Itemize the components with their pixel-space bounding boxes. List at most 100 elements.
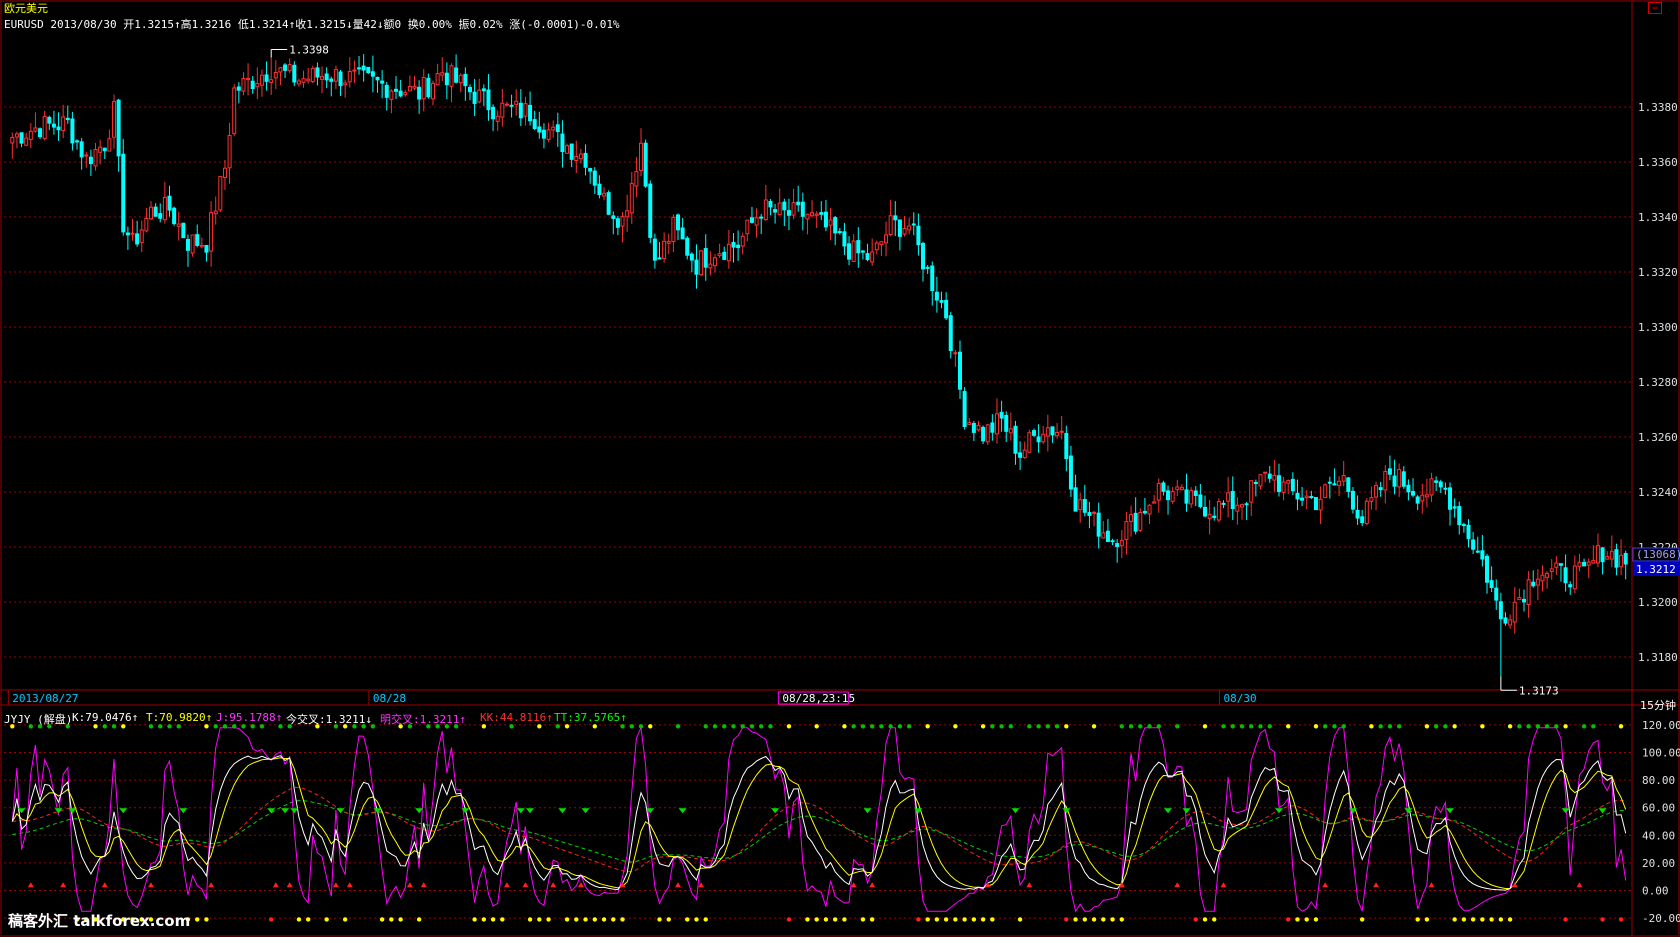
signal-dot-top	[906, 724, 912, 729]
candle-body	[1355, 509, 1360, 519]
candle-body	[689, 253, 694, 261]
signal-dot-bottom	[416, 917, 422, 922]
candle-body	[1068, 455, 1073, 490]
signal-dot-bottom	[1563, 917, 1568, 922]
candle-body	[736, 244, 741, 249]
signal-dot-top	[1433, 724, 1439, 729]
candle-body	[1327, 481, 1332, 484]
candle-body	[181, 222, 186, 239]
candle-body	[19, 132, 24, 144]
candle-body	[1605, 556, 1610, 560]
candle-body	[61, 116, 66, 132]
candle-body	[435, 73, 440, 86]
signal-dot-top	[1119, 724, 1124, 729]
candle-body	[985, 424, 990, 443]
candle-body	[380, 80, 385, 84]
candle-body	[38, 128, 43, 138]
signal-dot-bottom	[786, 917, 792, 922]
candle-body	[1485, 555, 1490, 583]
candle-body	[1216, 501, 1221, 521]
signal-dot-bottom	[527, 917, 533, 922]
signal-dot-bottom	[1286, 917, 1291, 922]
candle-body	[1203, 506, 1208, 517]
candle-body	[287, 64, 292, 72]
signal-dot-bottom	[805, 917, 810, 922]
signal-dot-top	[925, 724, 930, 729]
candle-body	[394, 88, 399, 92]
candle-body	[338, 71, 343, 87]
candle-body	[1105, 530, 1110, 542]
timeframe-label[interactable]: 15分钟	[1640, 697, 1676, 713]
candle-body	[994, 413, 999, 435]
candle-body	[135, 233, 140, 245]
candle-body	[458, 74, 463, 84]
sell-arrow-icon	[526, 808, 535, 814]
signal-dot-top	[1128, 724, 1134, 729]
candle-body	[491, 106, 496, 120]
buy-arrow-icon	[550, 882, 557, 888]
quote-line: EURUSD 2013/08/30 开1.3215↑高1.3216 低1.321…	[4, 18, 620, 31]
candle-body	[676, 214, 681, 231]
signal-dot-bottom	[1193, 917, 1198, 922]
signal-dot-bottom	[962, 917, 967, 922]
candle-body	[611, 215, 616, 219]
candle-body	[269, 79, 274, 84]
candle-body	[1022, 449, 1027, 458]
candle-body	[172, 207, 177, 225]
candle-body	[1397, 469, 1402, 488]
candle-body	[176, 223, 181, 227]
candle-body	[236, 86, 241, 91]
candle-body	[1276, 475, 1281, 492]
candle-body	[1286, 480, 1291, 484]
restore-icon[interactable]: ▭	[1648, 2, 1662, 14]
signal-dot-bottom	[1452, 917, 1457, 922]
signal-dot-top	[999, 724, 1004, 729]
candle-body	[412, 85, 417, 89]
signal-dot-bottom	[694, 917, 699, 922]
signal-dot-bottom	[398, 917, 403, 922]
signal-dot-top	[1544, 724, 1550, 729]
candle-body	[1420, 494, 1425, 502]
candle-body	[842, 231, 847, 247]
candle-body	[454, 67, 459, 83]
candle-body	[1156, 482, 1161, 501]
candle-body	[1364, 500, 1369, 524]
candle-body	[1558, 563, 1563, 566]
signal-dot-bottom	[490, 917, 496, 922]
candle-body	[768, 201, 773, 208]
candle-body	[1138, 512, 1143, 531]
candle-body	[1360, 516, 1365, 524]
candle-body	[1332, 483, 1337, 486]
candle-body	[222, 167, 227, 179]
candle-body	[1600, 547, 1605, 563]
candle-body	[1572, 565, 1577, 590]
candle-body	[477, 89, 482, 103]
candle-body	[565, 145, 570, 154]
signal-dot-top	[648, 724, 653, 729]
signal-dot-top	[1323, 724, 1328, 729]
signal-dot-top	[1452, 724, 1457, 729]
candle-body	[283, 64, 288, 71]
signal-dot-bottom	[204, 917, 209, 922]
candle-body	[916, 225, 921, 246]
signal-dot-top	[1156, 724, 1161, 729]
candle-body	[14, 133, 19, 138]
candle-body	[70, 118, 75, 144]
sell-arrow-icon	[336, 808, 345, 814]
signal-dot-top	[222, 724, 228, 729]
candle-body	[1309, 496, 1314, 499]
signal-dot-top	[555, 724, 561, 729]
signal-dot-top	[1230, 724, 1235, 729]
candle-body	[1591, 559, 1596, 564]
price-tick-label: 1.3240	[1638, 486, 1678, 499]
candle-body	[1152, 501, 1157, 504]
sell-arrow-icon	[1182, 808, 1191, 814]
candle-body	[1198, 494, 1203, 508]
candle-body	[759, 216, 764, 219]
candle-body	[944, 299, 949, 319]
buy-arrow-icon	[286, 882, 293, 888]
sell-arrow-icon	[179, 808, 188, 814]
candle-body	[1129, 514, 1134, 522]
candle-body	[481, 88, 486, 92]
candle-body	[1258, 474, 1263, 487]
